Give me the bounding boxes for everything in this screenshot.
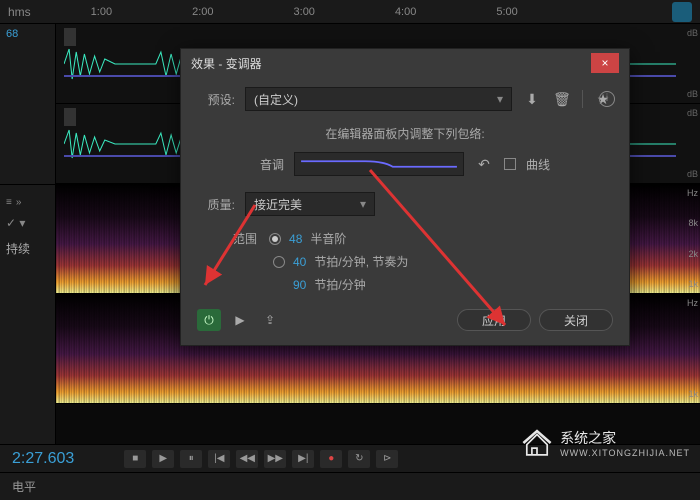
db-unit: dB [678, 169, 698, 179]
db-unit: dB [678, 108, 698, 118]
quality-value: 接近完美 [254, 196, 302, 213]
quality-label: 质量: [197, 196, 235, 213]
bpm-radio[interactable] [273, 256, 285, 268]
view-mode-icon[interactable] [672, 2, 692, 22]
db-unit: dB [678, 28, 698, 38]
dialog-footer: ⏻ ▶ ⇪ 应用 关闭 [197, 297, 613, 331]
preset-select[interactable]: (自定义) ▾ [245, 87, 512, 111]
reset-envelope-icon[interactable]: ↶ [474, 154, 494, 174]
pitch-label: 音调 [260, 156, 284, 173]
quality-select[interactable]: 接近完美 ▾ [245, 192, 375, 216]
semitone-unit: 半音阶 [310, 230, 346, 247]
hz-scale: Hz 1k [674, 298, 698, 399]
preview-play-button[interactable]: ▶ [229, 309, 251, 331]
hz-unit: Hz [674, 188, 698, 198]
chevron-down-icon: ▾ [497, 92, 503, 106]
apply-button[interactable]: 应用 [457, 309, 531, 331]
ruler-ticks: 1:00 2:00 3:00 4:00 5:00 [41, 6, 672, 18]
semitone-value[interactable]: 48 [289, 232, 302, 246]
timecode-display[interactable]: 2:27.603 [12, 450, 74, 468]
bpm2-unit: 节拍/分钟 [314, 276, 365, 293]
close-button[interactable]: × [591, 53, 619, 73]
watermark-url: WWW.XITONGZHIJIA.NET [560, 448, 690, 458]
forward-button[interactable]: ▶▶ [264, 450, 286, 468]
sidebar-number: 68 [0, 24, 55, 44]
stop-button[interactable]: ■ [124, 450, 146, 468]
bpm2-row: 90 节拍/分钟 [293, 276, 613, 293]
range-bpm-row: 40 节拍/分钟, 节奏为 [273, 253, 613, 270]
transport-controls: ■ ▶ ⏸ |◀ ◀◀ ▶▶ ▶| ● ↻ ⊳ [124, 450, 398, 468]
effect-power-toggle[interactable]: ⏻ [197, 309, 221, 331]
ruler-tick: 2:00 [192, 6, 213, 18]
skip-back-button[interactable]: |◀ [208, 450, 230, 468]
watermark-name: 系统之家 [560, 428, 690, 448]
hz-tick: 1k [674, 389, 698, 399]
separator [582, 90, 583, 108]
skip-select-button[interactable]: ⊳ [376, 450, 398, 468]
loop-button[interactable]: ↻ [348, 450, 370, 468]
preset-value: (自定义) [254, 91, 298, 108]
curve-label: 曲线 [526, 156, 550, 173]
bpm2-value[interactable]: 90 [293, 278, 306, 292]
dialog-titlebar[interactable]: 效果 - 变调器 × [181, 49, 629, 77]
dialog-content: 预设: (自定义) ▾ ⬇ 🗑 ★ 在编辑器面板内调整下列包络: 音调 ↶ 曲线… [181, 77, 629, 345]
hz-tick: 2k [674, 249, 698, 259]
preset-row: 预设: (自定义) ▾ ⬇ 🗑 ★ [197, 87, 613, 111]
rewind-button[interactable]: ◀◀ [236, 450, 258, 468]
record-button[interactable]: ● [320, 450, 342, 468]
watermark: 系统之家 WWW.XITONGZHIJIA.NET [520, 426, 690, 460]
play-button[interactable]: ▶ [152, 450, 174, 468]
quality-row: 质量: 接近完美 ▾ [197, 192, 613, 216]
pitch-shifter-dialog: 效果 - 变调器 × i 预设: (自定义) ▾ ⬇ 🗑 ★ 在编辑器面板内调整… [180, 48, 630, 346]
left-panel: 68 ≡ » ✓ ▾ 持续 [0, 24, 56, 444]
curve-checkbox[interactable] [504, 158, 516, 170]
range-label: 范围 [233, 230, 257, 247]
semitone-radio[interactable] [269, 233, 281, 245]
checkmark-icon[interactable]: ✓ ▾ [0, 212, 55, 234]
bpm-value[interactable]: 40 [293, 255, 306, 269]
chevron-down-icon: ▾ [360, 197, 366, 211]
panel-collapse-controls: ≡ » [0, 193, 55, 212]
hz-tick: 1k [674, 279, 698, 289]
range-semitone-row: 范围 48 半音阶 [273, 230, 613, 247]
ruler-tick: 5:00 [496, 6, 517, 18]
pause-button[interactable]: ⏸ [180, 450, 202, 468]
bpm-unit: 节拍/分钟, 节奏为 [314, 253, 408, 270]
save-preset-icon[interactable]: ⬇ [522, 89, 542, 109]
delete-preset-icon[interactable]: 🗑 [552, 89, 572, 109]
expand-icon[interactable]: » [16, 197, 22, 208]
info-icon[interactable]: i [599, 91, 615, 107]
ruler-tick: 1:00 [91, 6, 112, 18]
divider [0, 184, 55, 185]
timeline-ruler: hms 1:00 2:00 3:00 4:00 5:00 [0, 0, 700, 24]
dialog-title: 效果 - 变调器 [191, 55, 262, 72]
db-scale: dB dB [678, 108, 698, 179]
level-label: 电平 [12, 478, 36, 495]
ruler-tick: 4:00 [395, 6, 416, 18]
db-unit: dB [678, 89, 698, 99]
watermark-logo-icon [520, 426, 554, 460]
db-scale: dB dB [678, 28, 698, 99]
preset-label: 预设: [197, 91, 235, 108]
envelope-hint: 在编辑器面板内调整下列包络: [197, 125, 613, 142]
hz-tick: 8k [674, 218, 698, 228]
status-bar: 电平 [0, 472, 700, 500]
ruler-tick: 3:00 [294, 6, 315, 18]
collapse-left-icon[interactable]: ≡ [6, 197, 12, 208]
hz-unit: Hz [674, 298, 698, 308]
close-dialog-button[interactable]: 关闭 [539, 309, 613, 331]
preview-loop-icon[interactable]: ⇪ [259, 309, 281, 331]
ruler-unit-label: hms [8, 5, 31, 19]
sidebar-hold-label: 持续 [0, 234, 55, 263]
pitch-envelope-editor[interactable] [294, 152, 464, 176]
hz-scale: Hz 8k 2k 1k [674, 188, 698, 289]
pitch-envelope-row: 音调 ↶ 曲线 [197, 152, 613, 176]
skip-forward-button[interactable]: ▶| [292, 450, 314, 468]
